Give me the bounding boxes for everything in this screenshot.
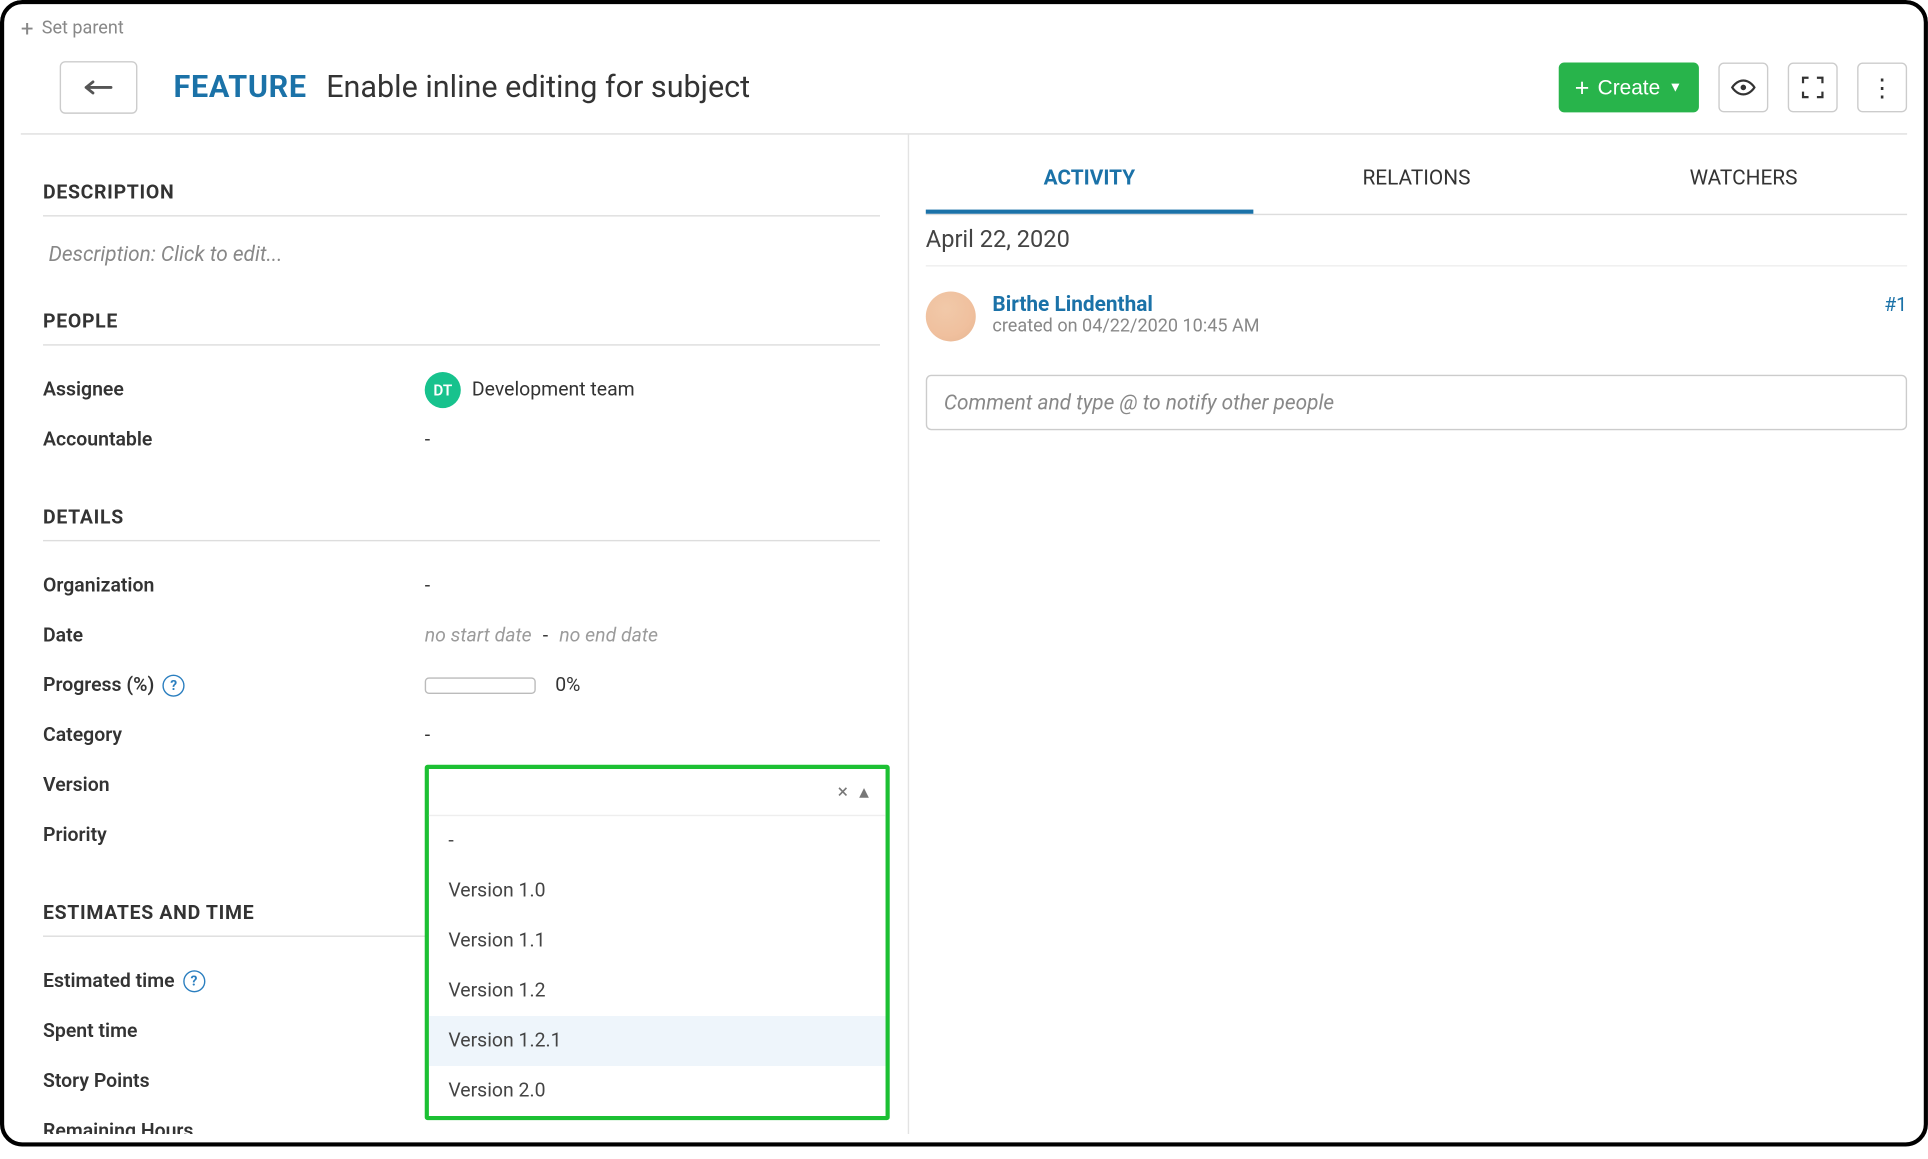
assignee-label: Assignee: [43, 379, 425, 401]
fullscreen-button[interactable]: [1788, 62, 1838, 112]
version-option[interactable]: Version 1.1: [429, 916, 886, 966]
more-menu-button[interactable]: ⋮: [1857, 62, 1907, 112]
help-icon[interactable]: ?: [163, 675, 185, 697]
back-arrow-icon: [83, 78, 114, 97]
date-value[interactable]: no start date - no end date: [425, 625, 658, 647]
accountable-row: Accountable -: [43, 415, 880, 465]
organization-label: Organization: [43, 575, 425, 597]
help-icon[interactable]: ?: [183, 970, 205, 992]
assignee-row: Assignee DT Development team: [43, 365, 880, 415]
clear-icon[interactable]: ×: [832, 781, 853, 803]
activity-meta: created on 04/22/2020 10:45 AM: [992, 316, 1867, 337]
version-dropdown: × ▴ -Version 1.0Version 1.1Version 1.2Ve…: [425, 765, 890, 1120]
accountable-value[interactable]: -: [425, 429, 430, 451]
set-parent-label: Set parent: [42, 18, 124, 39]
story-points-label: Story Points: [43, 1070, 425, 1092]
category-label: Category: [43, 725, 425, 747]
estimated-time-label: Estimated time ?: [43, 970, 425, 992]
date-separator: -: [543, 625, 548, 647]
title-row: FEATURE Enable inline editing for subjec…: [4, 53, 1924, 134]
progress-row: Progress (%) ? 0%: [43, 661, 880, 711]
version-input-row: × ▴: [429, 769, 886, 816]
priority-label: Priority: [43, 824, 425, 846]
version-option[interactable]: Version 1.0: [429, 866, 886, 916]
version-option[interactable]: -: [429, 816, 886, 866]
tab-watchers[interactable]: WATCHERS: [1580, 146, 1907, 214]
avatar-badge: DT: [425, 372, 461, 408]
back-button[interactable]: [60, 61, 138, 114]
version-search-input[interactable]: [443, 781, 832, 803]
version-option[interactable]: Version 1.2: [429, 966, 886, 1016]
divider: [43, 540, 880, 541]
activity-user[interactable]: Birthe Lindenthal: [992, 291, 1867, 316]
description-field[interactable]: Description: Click to edit...: [43, 236, 880, 294]
expand-icon: [1802, 76, 1824, 98]
section-details: DETAILS: [43, 507, 880, 529]
assignee-value[interactable]: DT Development team: [425, 372, 635, 408]
date-row: Date no start date - no end date: [43, 611, 880, 661]
category-row: Category -: [43, 711, 880, 761]
divider: [43, 215, 880, 216]
section-people: PEOPLE: [43, 311, 880, 333]
progress-bar: [425, 677, 536, 694]
chevron-down-icon: ▼: [1669, 80, 1683, 95]
create-button[interactable]: + Create ▼: [1558, 62, 1699, 112]
plus-icon: +: [1575, 73, 1590, 102]
set-parent-row[interactable]: + Set parent: [4, 4, 1924, 53]
no-start-date: no start date: [425, 625, 532, 647]
progress-value[interactable]: 0%: [425, 675, 581, 697]
version-option[interactable]: Version 2.0: [429, 1066, 886, 1116]
activity-index[interactable]: #1: [1884, 291, 1907, 341]
category-value[interactable]: -: [425, 725, 430, 747]
spent-time-label: Spent time: [43, 1020, 425, 1042]
tabs: ACTIVITY RELATIONS WATCHERS: [926, 146, 1907, 215]
organization-row: Organization -: [43, 561, 880, 611]
section-description: DESCRIPTION: [43, 182, 880, 204]
watch-button[interactable]: [1718, 62, 1768, 112]
tab-activity[interactable]: ACTIVITY: [926, 146, 1253, 214]
progress-label: Progress (%) ?: [43, 675, 425, 697]
version-option[interactable]: Version 1.2.1: [429, 1016, 886, 1066]
create-label: Create: [1598, 76, 1661, 100]
eye-icon: [1731, 79, 1756, 96]
activity-item: Birthe Lindenthal created on 04/22/2020 …: [926, 266, 1907, 366]
assignee-name: Development team: [472, 379, 635, 401]
work-package-type[interactable]: FEATURE: [174, 70, 307, 105]
organization-value[interactable]: -: [425, 575, 430, 597]
divider: [43, 344, 880, 345]
activity-date: April 22, 2020: [926, 215, 1907, 266]
accountable-label: Accountable: [43, 429, 425, 451]
remaining-hours-label: Remaining Hours: [43, 1120, 425, 1134]
caret-up-icon[interactable]: ▴: [854, 781, 875, 803]
comment-input[interactable]: Comment and type @ to notify other peopl…: [926, 375, 1907, 431]
work-package-title[interactable]: Enable inline editing for subject: [326, 70, 750, 105]
avatar[interactable]: [926, 291, 976, 341]
right-column: ACTIVITY RELATIONS WATCHERS April 22, 20…: [909, 135, 1924, 1134]
version-label: Version: [43, 775, 425, 797]
progress-text: 0%: [555, 675, 580, 697]
version-option-list[interactable]: -Version 1.0Version 1.1Version 1.2Versio…: [429, 816, 886, 1116]
tab-relations[interactable]: RELATIONS: [1253, 146, 1580, 214]
no-end-date: no end date: [559, 625, 658, 647]
kebab-icon: ⋮: [1870, 73, 1895, 102]
plus-icon: +: [21, 15, 34, 41]
date-label: Date: [43, 625, 425, 647]
